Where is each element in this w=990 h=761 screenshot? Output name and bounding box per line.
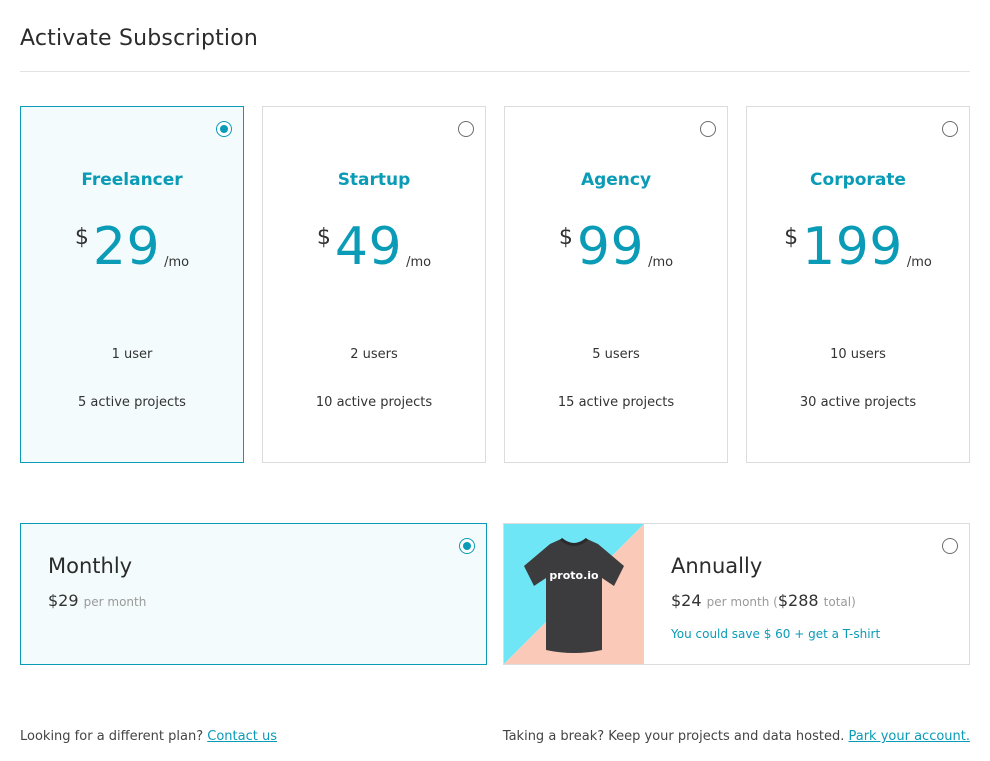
currency-symbol: $ — [558, 225, 573, 250]
price-period: /mo — [906, 255, 932, 270]
currency-symbol: $ — [74, 225, 89, 250]
price-amount: 49 — [334, 217, 403, 277]
billing-option-monthly[interactable]: Monthly $29 per month — [20, 523, 487, 665]
plan-name: Agency — [580, 170, 652, 190]
plan-radio-startup[interactable] — [458, 121, 474, 137]
plan-projects: 30 active projects — [799, 395, 917, 410]
billing-price-amount: $29 — [48, 591, 79, 610]
plan-users: 5 users — [592, 347, 640, 362]
billing-name: Monthly — [48, 554, 133, 578]
plan-price: $49/mo — [263, 217, 485, 277]
price-amount: 29 — [92, 217, 161, 277]
footer-park-account: Taking a break? Keep your projects and d… — [503, 729, 970, 744]
billing-radio-annually[interactable] — [942, 538, 958, 554]
plan-projects: 15 active projects — [557, 395, 675, 410]
plan-card-startup[interactable]: Startup $49/mo 2 users 10 active project… — [262, 106, 486, 463]
plan-radio-freelancer[interactable] — [216, 121, 232, 137]
currency-symbol: $ — [784, 225, 799, 250]
title-divider — [20, 71, 970, 72]
plan-card-agency[interactable]: Agency $99/mo 5 users 15 active projects — [504, 106, 728, 463]
plan-name: Freelancer — [81, 170, 183, 190]
billing-total-suffix: total) — [823, 595, 856, 609]
footer-different-plan: Looking for a different plan? Contact us — [20, 729, 277, 744]
billing-option-annually[interactable]: proto.io Annually $24 per month ($288 to… — [503, 523, 970, 665]
park-account-link[interactable]: Park your account. — [848, 729, 970, 744]
plan-users: 2 users — [350, 347, 398, 362]
tshirt-icon: proto.io — [504, 524, 644, 664]
price-amount: 199 — [802, 217, 903, 277]
plan-projects: 10 active projects — [315, 395, 433, 410]
tshirt-logo-text: proto.io — [549, 569, 599, 582]
billing-name: Annually — [671, 554, 763, 578]
plan-users: 10 users — [830, 347, 886, 362]
billing-total-amount: $288 — [777, 591, 819, 610]
price-period: /mo — [648, 255, 674, 270]
billing-price-unit: per month ( — [706, 595, 778, 609]
price-amount: 99 — [576, 217, 645, 277]
price-period: /mo — [406, 255, 432, 270]
plan-name: Startup — [337, 170, 411, 190]
plan-price: $29/mo — [21, 217, 243, 277]
price-period: /mo — [164, 255, 190, 270]
billing-price: $29 per month — [48, 591, 146, 610]
tshirt-image: proto.io — [504, 524, 644, 664]
currency-symbol: $ — [316, 225, 331, 250]
plan-radio-corporate[interactable] — [942, 121, 958, 137]
savings-note: You could save $ 60 + get a T-shirt — [671, 627, 881, 641]
page-title: Activate Subscription — [20, 26, 259, 51]
plan-price: $99/mo — [505, 217, 727, 277]
plan-radio-agency[interactable] — [700, 121, 716, 137]
plan-projects: 5 active projects — [78, 395, 186, 410]
footer-right-text: Taking a break? Keep your projects and d… — [502, 729, 849, 744]
billing-price-amount: $24 — [671, 591, 702, 610]
footer-left-text: Looking for a different plan? — [20, 729, 208, 744]
plan-price: $199/mo — [747, 217, 969, 277]
contact-us-link[interactable]: Contact us — [207, 729, 277, 744]
plan-card-freelancer[interactable]: Freelancer $29/mo 1 user 5 active projec… — [20, 106, 244, 463]
plan-card-corporate[interactable]: Corporate $199/mo 10 users 30 active pro… — [746, 106, 970, 463]
plan-users: 1 user — [111, 347, 153, 362]
billing-price: $24 per month ($288 total) — [671, 591, 856, 610]
plan-options: Freelancer $29/mo 1 user 5 active projec… — [20, 106, 970, 463]
plan-name: Corporate — [810, 170, 906, 190]
billing-price-unit: per month — [83, 595, 147, 609]
billing-radio-monthly[interactable] — [459, 538, 475, 554]
